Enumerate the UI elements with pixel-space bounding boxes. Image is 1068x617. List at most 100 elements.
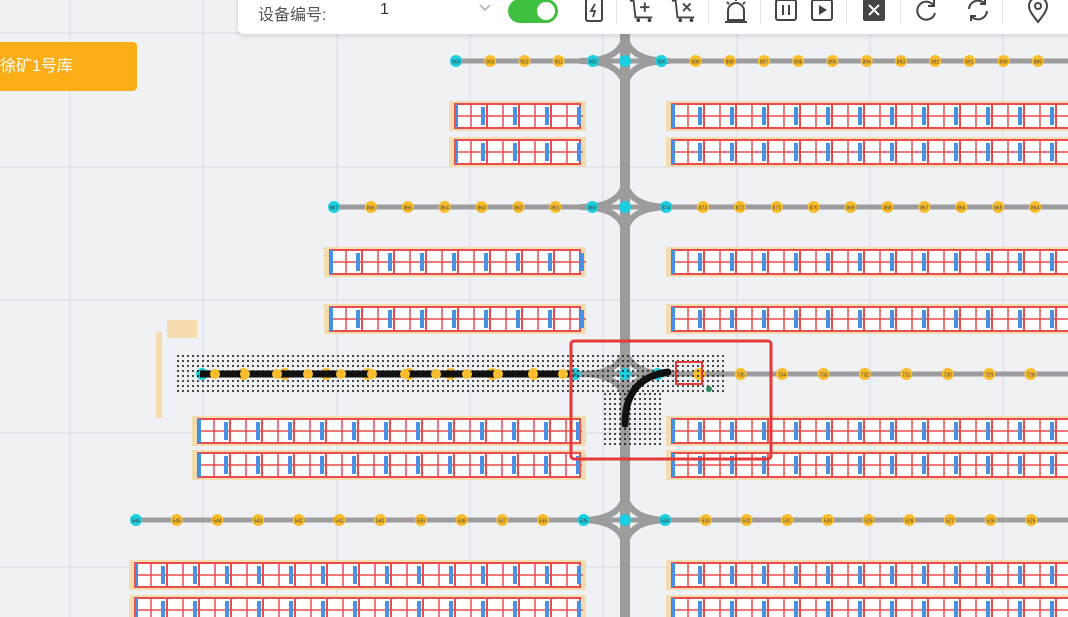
track-node-label: 532 <box>742 519 751 525</box>
track-node-label: 863 <box>477 206 486 212</box>
play-icon[interactable] <box>808 0 836 24</box>
track-node-label: 861 <box>551 206 560 212</box>
track-node-label: 872 <box>736 206 745 212</box>
track-node-label: 545 <box>173 519 182 525</box>
track-node-label: 904 <box>452 60 461 66</box>
route-node <box>336 369 346 379</box>
track-node <box>619 201 631 213</box>
track-node-label: 870 <box>810 206 819 212</box>
rack-layer <box>129 101 1068 617</box>
track-node-label: 733 <box>819 373 828 379</box>
track-node-label: 866 <box>367 206 376 212</box>
track-node-label: 538 <box>457 519 466 525</box>
track-node-label: 728 <box>1026 373 1035 379</box>
track-node-label: 865 <box>404 206 413 212</box>
track-node-label: 540 <box>376 519 385 525</box>
chevron-down-icon[interactable] <box>478 0 492 14</box>
track-node-label: 527 <box>946 519 955 525</box>
refresh-icon[interactable] <box>912 0 940 24</box>
track-node-label: 731 <box>902 373 911 379</box>
track-node-label: 864 <box>441 206 450 212</box>
track-node-label: 892 <box>931 60 940 66</box>
track-node-label: 893 <box>897 60 906 66</box>
track-node <box>619 368 631 380</box>
storage-rack <box>324 247 586 277</box>
storage-rack <box>666 450 1068 480</box>
warehouse-name-tag[interactable]: 徐矿1号库 <box>0 42 137 91</box>
route-node <box>431 369 441 379</box>
main-road <box>620 30 630 617</box>
road-layer <box>579 30 671 617</box>
storage-rack <box>666 137 1068 167</box>
track-node-label: 864 <box>1031 206 1040 212</box>
track-node-label: 903 <box>486 60 495 66</box>
route-node <box>493 369 503 379</box>
storage-rack <box>129 560 586 590</box>
track-node-label: 871 <box>773 206 782 212</box>
cart-add-icon[interactable] <box>628 0 656 24</box>
track-node-label: 546 <box>132 519 141 525</box>
track-node-label: 544 <box>213 519 222 525</box>
storage-rack <box>666 560 1068 590</box>
track-node-label: 732 <box>861 373 870 379</box>
track-node-label: 866 <box>957 206 966 212</box>
track-node-label: 533 <box>702 519 711 525</box>
route-node <box>400 369 410 379</box>
pause-icon[interactable] <box>772 0 800 24</box>
track-node-label: 895 <box>828 60 837 66</box>
route-node <box>240 369 250 379</box>
track-node-label: 528 <box>905 519 914 525</box>
track-node-label: 874 <box>662 206 671 212</box>
track-node-label: 525 <box>1027 519 1036 525</box>
alarm-icon[interactable] <box>722 0 750 24</box>
close-icon[interactable] <box>863 0 885 21</box>
device-number-label: 设备编号: <box>258 7 327 24</box>
track-node-label: 873 <box>699 206 708 212</box>
battery-icon[interactable] <box>580 0 608 24</box>
storage-rack <box>449 137 586 167</box>
track-node-label: 536 <box>539 519 548 525</box>
track-node <box>619 514 631 526</box>
track-node-label: 730 <box>944 373 953 379</box>
track-node-label: 526 <box>986 519 995 525</box>
storage-rack <box>666 247 1068 277</box>
device-number-select[interactable]: 1 <box>380 1 389 19</box>
route-node <box>272 369 282 379</box>
track-node-label: 901 <box>554 60 563 66</box>
track-node-label: 865 <box>994 206 1003 212</box>
track-node-label: 734 <box>778 373 787 379</box>
sync-icon[interactable] <box>964 0 992 24</box>
storage-rack <box>192 450 586 480</box>
cart-remove-icon[interactable] <box>670 0 698 24</box>
route-node <box>367 369 377 379</box>
track-node-label: 539 <box>417 519 426 525</box>
track-node-label: 534 <box>661 519 670 525</box>
location-icon[interactable] <box>1024 0 1052 24</box>
rack-post <box>167 320 197 338</box>
route-node <box>558 369 568 379</box>
route-node <box>528 369 538 379</box>
device-toggle-switch[interactable] <box>508 0 558 23</box>
track-node-label: 891 <box>965 60 974 66</box>
track-node-label: 900 <box>657 60 666 66</box>
track-node-label: 531 <box>783 519 792 525</box>
storage-rack <box>324 304 586 334</box>
vehicle-dot <box>706 386 712 392</box>
track-node-label: 896 <box>794 60 803 66</box>
track-node-label: 900 <box>589 60 598 66</box>
track-node-label: 890 <box>999 60 1008 66</box>
storage-rack <box>449 101 586 131</box>
storage-rack <box>192 416 586 446</box>
track-node-label: 729 <box>985 373 994 379</box>
track-node-label: 869 <box>846 206 855 212</box>
route-node <box>210 369 220 379</box>
storage-rack <box>666 416 1068 446</box>
track-node-label: 860 <box>588 206 597 212</box>
track-node-label: 868 <box>883 206 892 212</box>
storage-rack <box>129 595 586 617</box>
track-node-label: 867 <box>920 206 929 212</box>
track-node-label: 902 <box>520 60 529 66</box>
track-node-label: 537 <box>498 519 507 525</box>
track-node-label: 543 <box>254 519 263 525</box>
warehouse-map[interactable]: 904 903 902 901 900 900 899 898 897 896 895 894 893 8… <box>0 0 1068 617</box>
